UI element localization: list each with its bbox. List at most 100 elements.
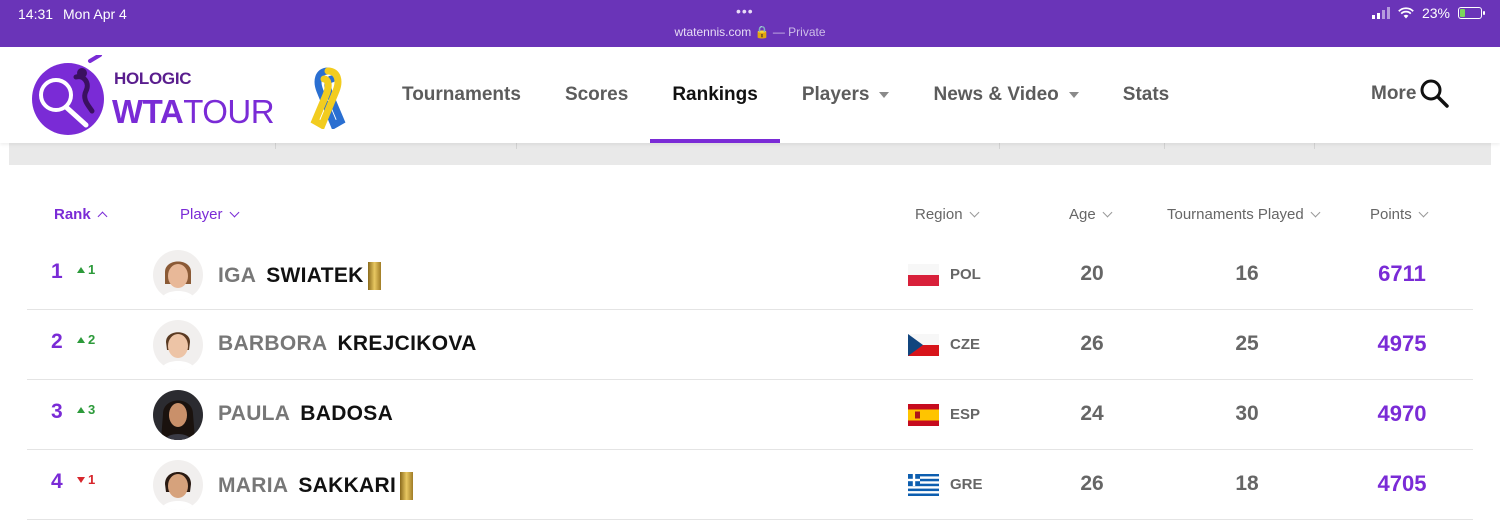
- cellular-signal-icon: [1371, 7, 1390, 19]
- player-first-name: MARIA: [218, 474, 289, 497]
- player-name[interactable]: PAULA BADOSA: [218, 402, 393, 426]
- nav-scores[interactable]: Scores: [543, 47, 650, 143]
- nav-label: Rankings: [672, 84, 758, 105]
- nav-label: Stats: [1122, 84, 1170, 105]
- chevron-down-icon: [1310, 207, 1321, 217]
- tournaments-played-column-header[interactable]: Tournaments Played: [1167, 206, 1321, 223]
- ranking-points: 4705: [1377, 471, 1427, 496]
- region-column-header[interactable]: Region: [915, 206, 979, 223]
- player-first-name: PAULA: [218, 402, 291, 425]
- points-header-label: Points: [1370, 206, 1412, 223]
- flag-poland-icon: [908, 264, 939, 286]
- player-header-label: Player: [180, 206, 223, 223]
- player-name[interactable]: MARIA SAKKARI: [218, 472, 414, 500]
- points-column-header[interactable]: Points: [1370, 206, 1429, 223]
- rank-movement-value: 2: [88, 332, 96, 347]
- arrow-up-icon: [77, 406, 85, 413]
- logo-wta: WTA: [112, 93, 184, 130]
- rank-number: 1: [51, 260, 63, 283]
- player-first-name: IGA: [218, 264, 257, 287]
- nav-tournaments[interactable]: Tournaments: [380, 47, 543, 143]
- rank-movement-value: 1: [88, 472, 96, 487]
- player-column-header[interactable]: Player: [180, 206, 239, 223]
- rank-number: 3: [51, 400, 63, 423]
- main-nav: Tournaments Scores Rankings Players News…: [380, 47, 1191, 143]
- player-age: 26: [1080, 332, 1104, 355]
- rank-movement-value: 3: [88, 402, 96, 417]
- player-name[interactable]: BARBORA KREJCIKOVA: [218, 332, 477, 356]
- wta-logo[interactable]: HOLOGIC WTATOUR: [30, 55, 290, 137]
- country-code: CZE: [950, 336, 980, 353]
- multitasking-dots-icon[interactable]: •••: [736, 3, 754, 19]
- status-time: 14:31: [18, 6, 54, 22]
- player-last-name: KREJCIKOVA: [337, 332, 477, 355]
- rank-number: 4: [51, 470, 63, 493]
- nav-players[interactable]: Players: [780, 47, 912, 143]
- gold-marker-icon: [400, 472, 414, 500]
- player-name[interactable]: IGA SWIATEK: [218, 262, 381, 290]
- tournaments-played: 16: [1235, 262, 1259, 285]
- search-icon[interactable]: [1418, 77, 1450, 109]
- avatar[interactable]: [153, 250, 203, 300]
- player-first-name: BARBORA: [218, 332, 328, 355]
- chevron-up-icon: [97, 211, 108, 221]
- player-last-name: BADOSA: [300, 402, 394, 425]
- tournaments-played: 30: [1235, 402, 1259, 425]
- chevron-down-icon: [1418, 207, 1429, 217]
- site-header: HOLOGIC WTATOUR Tournaments Scores Ranki…: [0, 47, 1500, 143]
- battery-percent: 23%: [1421, 5, 1450, 21]
- rank-movement: 2: [77, 332, 95, 347]
- rankings-table-header: Rank Player Region Age Tournaments Playe…: [0, 200, 1500, 230]
- country-code: GRE: [950, 476, 983, 493]
- table-row[interactable]: 1 1 IGA SWIATEK POL 20 16 6711: [27, 240, 1473, 310]
- chevron-down-icon: [879, 92, 890, 98]
- logo-tour: TOUR: [183, 93, 275, 130]
- subnav-strip: [9, 143, 1491, 165]
- battery-icon: [1458, 7, 1485, 19]
- table-row[interactable]: 3 3 PAULA BADOSA ESP 24 30 4970: [27, 380, 1473, 450]
- played-header-label: Tournaments Played: [1167, 206, 1304, 223]
- nav-news-video[interactable]: News & Video: [911, 47, 1100, 143]
- age-column-header[interactable]: Age: [1069, 206, 1113, 223]
- table-row[interactable]: 4 1 MARIA SAKKARI GRE 26 18 4705: [27, 450, 1473, 520]
- rank-header-label: Rank: [54, 206, 91, 223]
- rank-movement-value: 1: [88, 262, 96, 277]
- gold-marker-icon: [367, 262, 381, 290]
- country-code: POL: [950, 266, 981, 283]
- rank-number: 2: [51, 330, 63, 353]
- country-code: ESP: [950, 406, 981, 423]
- lock-icon: 🔒: [754, 25, 770, 39]
- table-row[interactable]: 2 2 BARBORA KREJCIKOVA CZE 26 25 4975: [27, 310, 1473, 380]
- nav-label: Players: [801, 84, 870, 105]
- player-age: 24: [1080, 402, 1104, 425]
- chevron-down-icon: [969, 207, 979, 217]
- address-bar[interactable]: wtatennis.com 🔒 — Private: [0, 25, 1500, 39]
- rank-column-header[interactable]: Rank: [54, 206, 108, 223]
- region-header-label: Region: [915, 206, 963, 223]
- ranking-points: 6711: [1378, 261, 1426, 286]
- wifi-icon: [1398, 7, 1414, 19]
- nav-label: Scores: [564, 84, 629, 105]
- chevron-down-icon: [1102, 207, 1113, 217]
- status-date: Mon Apr 4: [63, 6, 127, 22]
- rank-movement: 1: [77, 472, 95, 487]
- nav-rankings[interactable]: Rankings: [650, 47, 780, 143]
- nav-label: News & Video: [933, 84, 1059, 105]
- age-header-label: Age: [1069, 206, 1096, 223]
- flag-greece-icon: [908, 474, 939, 496]
- arrow-up-icon: [77, 266, 85, 273]
- arrow-up-icon: [77, 336, 85, 343]
- avatar[interactable]: [153, 320, 203, 370]
- chevron-down-icon: [229, 207, 239, 217]
- player-age: 26: [1080, 472, 1104, 495]
- logo-sponsor: HOLOGIC: [114, 69, 192, 88]
- nav-more[interactable]: More: [1371, 83, 1416, 105]
- nav-stats[interactable]: Stats: [1101, 47, 1191, 143]
- avatar[interactable]: [153, 460, 203, 510]
- flag-spain-icon: [908, 404, 939, 426]
- url-text: wtatennis.com: [674, 25, 752, 39]
- avatar[interactable]: [153, 390, 203, 440]
- tournaments-played: 18: [1235, 472, 1259, 495]
- arrow-down-icon: [77, 476, 85, 483]
- chevron-down-icon: [1068, 92, 1079, 98]
